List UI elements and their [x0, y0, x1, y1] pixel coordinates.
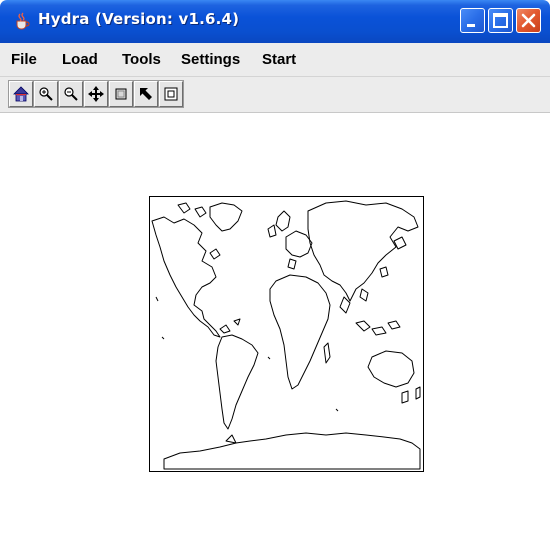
zoom-box-icon [115, 88, 127, 100]
hydra-window: Hydra (Version: v1.6.4) File Load Tools … [0, 0, 550, 552]
zoom-out-button[interactable] [58, 80, 84, 108]
title-bar[interactable]: Hydra (Version: v1.6.4) [0, 0, 550, 43]
zoom-out-icon [64, 87, 78, 101]
select-arrow-icon [140, 88, 152, 100]
zoom-box-button[interactable] [108, 80, 134, 108]
menu-settings[interactable]: Settings [181, 51, 240, 68]
menu-start[interactable]: Start [262, 51, 296, 68]
maximize-icon [493, 13, 508, 28]
menu-file[interactable]: File [11, 51, 37, 68]
menu-bar: File Load Tools Settings Start [0, 43, 550, 77]
zoom-window-button[interactable] [158, 80, 184, 108]
menu-load[interactable]: Load [62, 51, 98, 68]
close-icon [521, 13, 536, 28]
java-cup-icon [13, 12, 31, 30]
home-icon [13, 86, 29, 102]
zoom-in-icon [39, 87, 53, 101]
pan-button[interactable] [83, 80, 109, 108]
world-map-icon [151, 200, 421, 470]
window-title: Hydra (Version: v1.6.4) [38, 10, 240, 28]
zoom-window-icon [164, 87, 178, 101]
map-view[interactable] [149, 196, 424, 472]
select-arrow-button[interactable] [133, 80, 159, 108]
zoom-in-button[interactable] [33, 80, 59, 108]
menu-tools[interactable]: Tools [122, 51, 161, 68]
home-button[interactable] [8, 80, 34, 108]
toolbar [0, 77, 550, 113]
minimize-button[interactable] [460, 8, 485, 33]
pan-icon [88, 86, 104, 102]
maximize-button[interactable] [488, 8, 513, 33]
minimize-icon [467, 24, 475, 27]
close-button[interactable] [516, 8, 541, 33]
